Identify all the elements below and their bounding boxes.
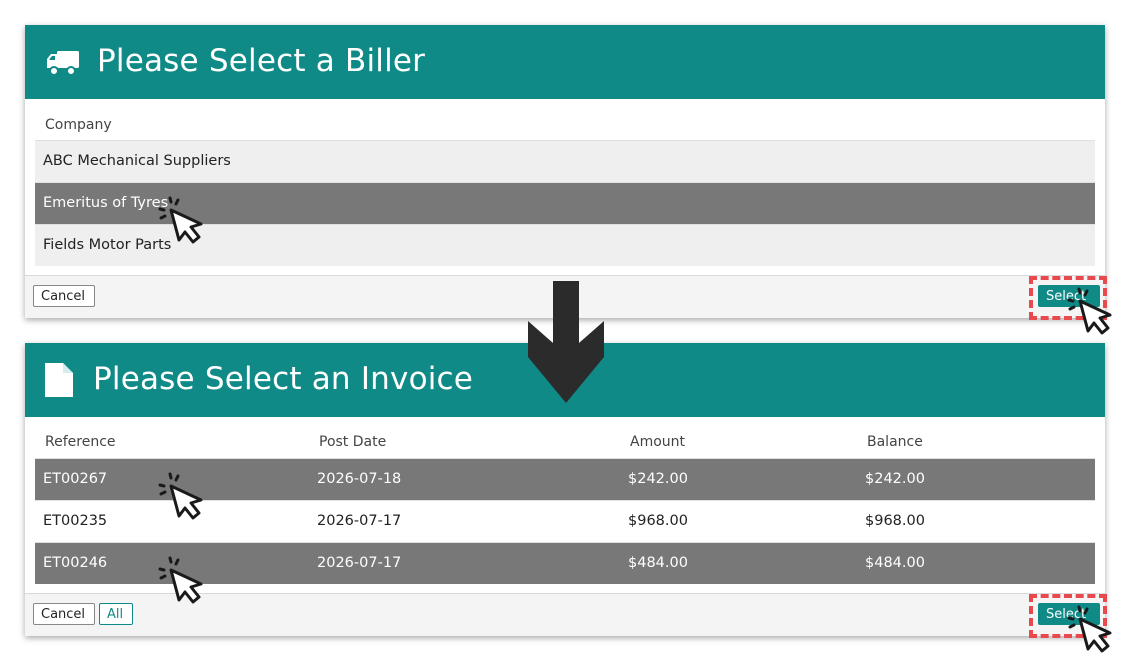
invoice-dialog-title: Please Select an Invoice bbox=[93, 361, 474, 397]
balance-cell: $484.00 bbox=[865, 555, 925, 571]
reference-cell: ET00246 bbox=[43, 555, 108, 571]
click-cursor-icon bbox=[158, 196, 203, 244]
click-cursor-icon bbox=[158, 472, 203, 520]
reference-cell: ET00267 bbox=[43, 471, 108, 487]
reference-column-header[interactable]: Reference bbox=[45, 434, 116, 450]
truck-icon bbox=[47, 51, 79, 76]
post-date-column-header[interactable]: Post Date bbox=[319, 434, 386, 450]
post-date-cell: 2026-07-18 bbox=[317, 471, 402, 487]
company-name: ABC Mechanical Suppliers bbox=[43, 153, 231, 169]
balance-column-header[interactable]: Balance bbox=[867, 434, 923, 450]
biller-dialog: Please Select a Biller Company ABC Mecha… bbox=[25, 25, 1105, 318]
document-icon bbox=[45, 363, 73, 397]
down-arrow-icon bbox=[528, 281, 604, 403]
company-name: Fields Motor Parts bbox=[43, 237, 172, 253]
click-cursor-icon bbox=[1067, 605, 1112, 653]
click-cursor-icon bbox=[1067, 287, 1112, 335]
cancel-button[interactable]: Cancel bbox=[33, 603, 95, 625]
reference-cell: ET00235 bbox=[43, 513, 108, 529]
post-date-cell: 2026-07-17 bbox=[317, 555, 402, 571]
all-button[interactable]: All bbox=[99, 603, 133, 625]
biller-dialog-title: Please Select a Biller bbox=[97, 43, 426, 79]
company-column-header[interactable]: Company bbox=[45, 117, 112, 133]
amount-column-header[interactable]: Amount bbox=[630, 434, 685, 450]
amount-cell: $484.00 bbox=[628, 555, 688, 571]
click-cursor-icon bbox=[158, 556, 203, 604]
cancel-button[interactable]: Cancel bbox=[33, 285, 95, 307]
balance-cell: $968.00 bbox=[865, 513, 925, 529]
amount-cell: $242.00 bbox=[628, 471, 688, 487]
amount-cell: $968.00 bbox=[628, 513, 688, 529]
post-date-cell: 2026-07-17 bbox=[317, 513, 402, 529]
biller-row[interactable]: ABC Mechanical Suppliers bbox=[35, 140, 1095, 182]
biller-dialog-header: Please Select a Biller bbox=[25, 25, 1105, 99]
balance-cell: $242.00 bbox=[865, 471, 925, 487]
company-name: Emeritus of Tyres bbox=[43, 195, 169, 211]
